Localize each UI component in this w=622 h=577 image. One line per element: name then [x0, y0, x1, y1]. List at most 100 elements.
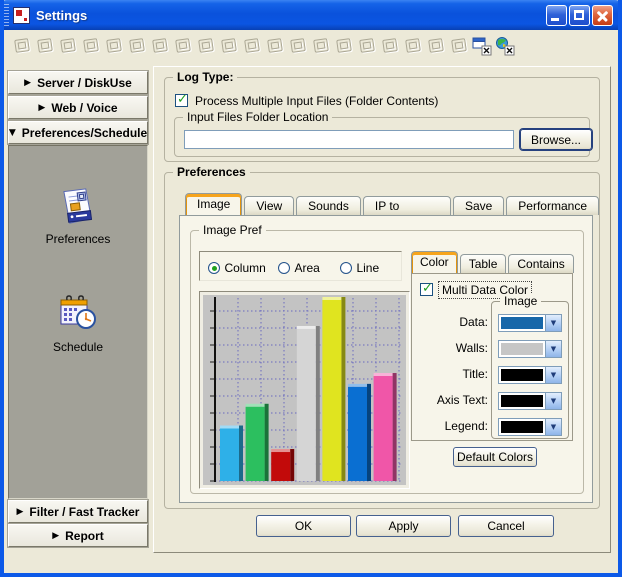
sidebar-expanded-panel: Preferences Schedule — [8, 145, 148, 499]
toolbar-icon-disabled — [357, 35, 377, 57]
legend-color-swatch — [501, 421, 543, 433]
toolbar-icon-disabled — [12, 35, 32, 57]
apply-button-label: Apply — [388, 519, 418, 533]
toolbar-icon-disabled — [242, 35, 262, 57]
sidebar-item-report[interactable]: Report — [8, 524, 148, 547]
walls-color-swatch — [501, 343, 543, 355]
tab-image[interactable]: Image — [185, 193, 242, 215]
toolbar-icon-disabled — [311, 35, 331, 57]
sidebar-preferences-label[interactable]: Preferences — [9, 232, 147, 246]
chart-type-radio-box: Column Area Line — [199, 251, 402, 281]
toolbar-icon-disabled — [426, 35, 446, 57]
settings-window: Settings Server / DiskUse Web / Voice Pr… — [0, 0, 622, 577]
sidebar-item-filter-fast-tracker[interactable]: Filter / Fast Tracker — [8, 500, 148, 523]
schedule-icon[interactable] — [57, 292, 99, 339]
log-type-group-title: Log Type: — [173, 70, 237, 84]
color-panel-tabs: Color Table Contains — [411, 252, 574, 273]
sidebar-item-label: Filter / Fast Tracker — [29, 505, 139, 519]
input-files-folder-group-title: Input Files Folder Location — [183, 110, 332, 124]
ok-button[interactable]: OK — [256, 515, 351, 537]
title-color-dropdown[interactable] — [498, 366, 562, 384]
sidebar-item-server-diskuse[interactable]: Server / DiskUse — [8, 71, 148, 94]
app-icon — [13, 7, 30, 24]
sidebar-schedule-label[interactable]: Schedule — [9, 340, 147, 354]
sidebar-item-label: Web / Voice — [51, 101, 117, 115]
dropdown-arrow-icon[interactable] — [545, 419, 561, 435]
radio-line-circle[interactable] — [340, 262, 352, 274]
close-button[interactable] — [592, 5, 613, 26]
radio-area-circle[interactable] — [278, 262, 290, 274]
color-tab-panel: Multi Data Color Image Data: Walls: — [411, 273, 573, 441]
sidebar-item-label: Server / DiskUse — [37, 76, 132, 90]
data-color-label: Data: — [414, 315, 488, 329]
legend-color-label: Legend: — [414, 419, 488, 433]
tab-color[interactable]: Color — [411, 251, 458, 273]
toolbar-icon-disabled — [173, 35, 193, 57]
process-multiple-files-checkbox[interactable] — [175, 94, 188, 107]
main-panel: Log Type: Process Multiple Input Files (… — [153, 66, 611, 553]
cancel-button[interactable]: Cancel — [458, 515, 554, 537]
title-color-label: Title: — [414, 367, 488, 381]
dropdown-arrow-icon[interactable] — [545, 393, 561, 409]
data-color-dropdown[interactable] — [498, 314, 562, 332]
dropdown-arrow-icon[interactable] — [545, 341, 561, 357]
tab-performance[interactable]: Performance — [506, 196, 599, 215]
tab-sounds[interactable]: Sounds — [296, 196, 361, 215]
radio-column-circle[interactable] — [208, 262, 220, 274]
image-pref-group-title: Image Pref — [199, 223, 266, 237]
preferences-group: Preferences Image View Sounds IP to Coun… — [164, 172, 600, 509]
tab-contains[interactable]: Contains — [508, 254, 573, 273]
toolbar-icon-disabled — [403, 35, 423, 57]
toolbar-icon-disabled — [265, 35, 285, 57]
multi-data-color-checkbox[interactable] — [420, 283, 433, 296]
export-window-icon[interactable] — [472, 35, 492, 57]
sidebar-item-label: Report — [65, 529, 104, 543]
radio-column[interactable]: Column — [208, 259, 266, 277]
radio-line-label[interactable]: Line — [356, 261, 379, 275]
ok-button-label: OK — [295, 519, 312, 533]
sidebar-item-preferences-schedule[interactable]: Preferences/Schedule — [8, 121, 148, 144]
window-title: Settings — [36, 8, 87, 23]
titlebar[interactable]: Settings — [0, 0, 622, 30]
tab-ip-to-country[interactable]: IP to Country — [363, 196, 451, 215]
preferences-icon[interactable] — [59, 186, 97, 235]
sidebar-item-label: Preferences/Schedule — [22, 126, 147, 140]
browse-button[interactable]: Browse... — [520, 129, 592, 150]
axis-text-color-dropdown[interactable] — [498, 392, 562, 410]
input-files-folder-group: Input Files Folder Location Browse... — [174, 117, 590, 157]
toolbar-icon-disabled — [58, 35, 78, 57]
legend-color-dropdown[interactable] — [498, 418, 562, 436]
minimize-button[interactable] — [546, 5, 567, 26]
radio-area-label[interactable]: Area — [294, 261, 319, 275]
preferences-group-title: Preferences — [173, 165, 250, 179]
export-web-icon[interactable] — [495, 35, 515, 57]
dropdown-arrow-icon[interactable] — [545, 367, 561, 383]
radio-column-label[interactable]: Column — [224, 261, 265, 275]
tab-table[interactable]: Table — [460, 254, 507, 273]
toolbar-icon-disabled — [127, 35, 147, 57]
radio-line[interactable]: Line — [340, 259, 379, 277]
title-color-swatch — [501, 369, 543, 381]
chart-preview-plot — [203, 295, 406, 485]
apply-button[interactable]: Apply — [356, 515, 451, 537]
folder-location-input[interactable] — [184, 130, 514, 149]
axis-text-color-swatch — [501, 395, 543, 407]
toolbar-icon-disabled — [81, 35, 101, 57]
toolbar-icon-disabled — [196, 35, 216, 57]
tab-save[interactable]: Save — [453, 196, 504, 215]
process-multiple-files-label[interactable]: Process Multiple Input Files (Folder Con… — [195, 94, 438, 108]
toolbar — [4, 30, 618, 61]
radio-area[interactable]: Area — [278, 259, 320, 277]
chart-preview — [199, 291, 410, 489]
walls-color-dropdown[interactable] — [498, 340, 562, 358]
toolbar-icon-disabled — [35, 35, 55, 57]
browse-button-label: Browse... — [531, 133, 581, 147]
tab-view[interactable]: View — [244, 196, 294, 215]
toolbar-icon-disabled — [288, 35, 308, 57]
dropdown-arrow-icon[interactable] — [545, 315, 561, 331]
log-type-group: Log Type: Process Multiple Input Files (… — [164, 77, 600, 162]
maximize-button[interactable] — [569, 5, 590, 26]
default-colors-button[interactable]: Default Colors — [453, 447, 537, 467]
client-area: Server / DiskUse Web / Voice Preferences… — [4, 61, 618, 573]
sidebar-item-web-voice[interactable]: Web / Voice — [8, 96, 148, 119]
